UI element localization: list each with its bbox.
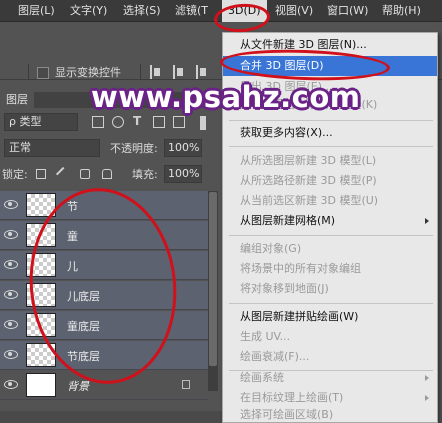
menu-select[interactable]: 选择(S) [123, 0, 161, 22]
layer-thumbnail [26, 283, 56, 307]
menu-item-label: 绘画系统 [240, 371, 284, 384]
submenu-arrow-icon [425, 375, 429, 381]
menu-separator [229, 303, 433, 304]
layer-thumbnail [26, 193, 56, 217]
menu-item-generate-uv[interactable]: 生成 UV... [223, 327, 437, 347]
submenu-arrow-icon [425, 395, 429, 401]
menu-item-new-3d-layer-from-file[interactable]: 从文件新建 3D 图层(N)... [223, 35, 437, 55]
menu-item-tiled-painting[interactable]: 从图层新建拼贴绘画(W) [223, 307, 437, 327]
lock-fill-row: 锁定: 填充: 100% [0, 163, 222, 185]
menu-item-get-more-content[interactable]: 获取更多内容(X)... [223, 123, 437, 143]
layer-row[interactable]: 节底层 [0, 341, 208, 370]
fill-label: 填充: [132, 168, 158, 181]
fill-input[interactable]: 100% [164, 165, 202, 183]
menu-item-model-from-layer[interactable]: 从所选图层新建 3D 模型(L) [223, 151, 437, 171]
eye-icon[interactable] [4, 380, 18, 389]
type-filter-icon[interactable]: T [133, 114, 145, 128]
layer-name: 童 [67, 230, 78, 243]
layer-row[interactable]: 儿 [0, 251, 208, 280]
blend-mode-select[interactable]: 正常 [4, 139, 100, 157]
opacity-input[interactable]: 100% [164, 139, 202, 157]
layer-name: 背景 [67, 380, 89, 393]
adjustment-filter-icon[interactable] [112, 116, 124, 128]
eye-icon[interactable] [4, 350, 18, 359]
lock-icon [182, 380, 190, 389]
watermark-text: www.psahz.com [91, 80, 361, 114]
layer-row[interactable]: 节 [0, 191, 208, 220]
layer-row-background[interactable]: 背景 [0, 371, 208, 400]
menu-separator [229, 146, 433, 147]
menu-3d[interactable]: 3D(D) [222, 0, 267, 22]
menu-item-model-from-selection[interactable]: 从当前选区新建 3D 模型(U) [223, 191, 437, 211]
smart-object-filter-icon[interactable] [173, 116, 185, 128]
menu-item-paint-falloff[interactable]: 绘画衰减(F)... [223, 347, 437, 367]
menu-item-group-objects[interactable]: 编组对象(G) [223, 239, 437, 259]
menu-item-mesh-from-layer[interactable]: 从图层新建网格(M) [223, 211, 437, 231]
menu-separator [229, 235, 433, 236]
eye-icon[interactable] [4, 200, 18, 209]
layer-name: 儿 [67, 260, 78, 273]
menu-window[interactable]: 窗口(W) [327, 0, 368, 22]
eye-icon[interactable] [4, 320, 18, 329]
menu-help[interactable]: 帮助(H) [382, 0, 421, 22]
lock-transparent-icon[interactable] [36, 169, 46, 179]
image-filter-icon[interactable] [92, 116, 104, 128]
align-bottom-icon[interactable] [196, 65, 210, 79]
layer-row[interactable]: 儿底层 [0, 281, 208, 310]
filter-toggle-icon[interactable] [200, 116, 206, 130]
filter-kind-select[interactable]: ρ 类型 [4, 113, 78, 131]
lock-move-icon[interactable] [80, 169, 90, 179]
lock-all-icon[interactable] [102, 169, 112, 179]
menu-layer[interactable]: 图层(L) [18, 0, 55, 22]
layer-name: 节 [67, 200, 78, 213]
layer-thumbnail [26, 313, 56, 337]
menu-separator [229, 120, 433, 121]
show-transform-label: 显示变换控件 [55, 66, 121, 79]
divider [140, 64, 141, 80]
layer-name: 童底层 [67, 320, 100, 333]
menu-item-model-from-path[interactable]: 从所选路径新建 3D 模型(P) [223, 171, 437, 191]
divider [28, 64, 29, 80]
shape-filter-icon[interactable] [153, 116, 165, 128]
menu-bar: 图层(L) 文字(Y) 选择(S) 滤镜(T 3D(D) 视图(V) 窗口(W)… [0, 0, 442, 22]
layer-name: 儿底层 [67, 290, 100, 303]
menu-item-group-all-objects[interactable]: 将场景中的所有对象编组 [223, 259, 437, 279]
eye-icon[interactable] [4, 260, 18, 269]
menu-item-merge-3d-layers[interactable]: 合并 3D 图层(D) [223, 56, 437, 76]
show-transform-checkbox[interactable] [37, 67, 49, 79]
menu-item-label: 从图层新建网格(M) [240, 214, 336, 227]
scrollbar-thumb[interactable] [209, 192, 217, 366]
layer-thumbnail [26, 343, 56, 367]
layer-row[interactable]: 童底层 [0, 311, 208, 340]
menu-item-select-paintable-area[interactable]: 选择可绘画区域(B) [223, 405, 437, 423]
menu-type[interactable]: 文字(Y) [70, 0, 107, 22]
layers-panel: 图层 ρ 类型 T 正常 不透明度: 100% 锁定: 填充: 100% 节 童 [0, 92, 222, 423]
layer-thumbnail [26, 253, 56, 277]
layer-name: 节底层 [67, 350, 100, 363]
lock-paint-icon[interactable] [55, 166, 71, 182]
align-vcenter-icon[interactable] [173, 65, 187, 79]
blend-opacity-row: 正常 不透明度: 100% [0, 137, 222, 159]
layer-thumbnail [26, 223, 56, 247]
menu-item-label: 在目标纹理上绘画(T) [240, 391, 344, 404]
menu-item-paint-system[interactable]: 绘画系统 [223, 368, 437, 388]
layer-list: 节 童 儿 儿底层 童底层 节底层 背景 [0, 191, 222, 411]
submenu-arrow-icon [425, 218, 429, 224]
opacity-label: 不透明度: [110, 142, 158, 155]
eye-icon[interactable] [4, 290, 18, 299]
layer-filter-row: ρ 类型 T [0, 111, 222, 133]
menu-filter[interactable]: 滤镜(T [175, 0, 208, 22]
lock-label: 锁定: [2, 168, 28, 181]
eye-icon[interactable] [4, 230, 18, 239]
tab-layers[interactable]: 图层 [0, 92, 34, 108]
align-top-icon[interactable] [150, 65, 164, 79]
layer-row[interactable]: 童 [0, 221, 208, 250]
menu-item-move-to-ground[interactable]: 将对象移到地面(J) [223, 279, 437, 299]
menu-view[interactable]: 视图(V) [275, 0, 313, 22]
layer-thumbnail [26, 373, 56, 397]
panel-bottom-bar [0, 411, 222, 423]
